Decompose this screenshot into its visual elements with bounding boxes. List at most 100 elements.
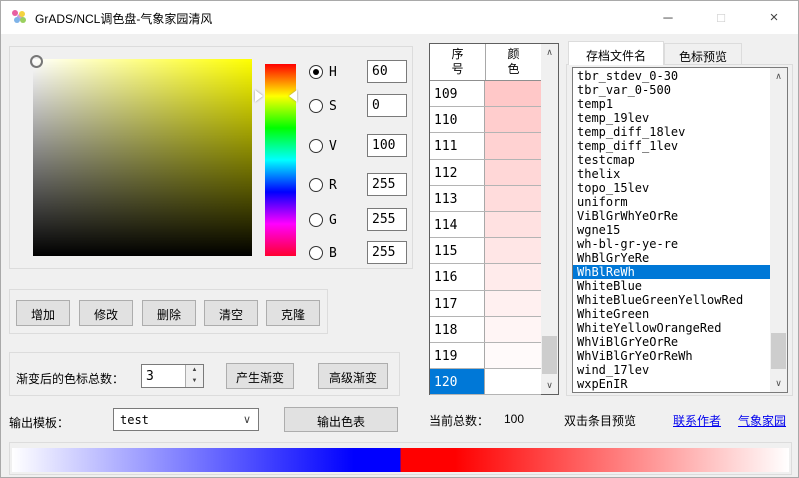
gradient-count-value[interactable]: 3 (146, 369, 154, 384)
scrollbar-thumb[interactable] (542, 336, 557, 374)
row-index[interactable]: 111 (430, 133, 485, 159)
list-item[interactable]: ViBlGrWhYeOrRe (573, 209, 770, 223)
spinner-down-icon[interactable]: ▼ (186, 376, 203, 387)
list-item[interactable]: WhBlGrYeRe (573, 251, 770, 265)
row-index[interactable]: 117 (430, 290, 485, 316)
table-row[interactable]: 114 (430, 211, 541, 239)
tab-colormap-preview[interactable]: 色标预览 (664, 43, 742, 65)
modify-button[interactable]: 修改 (79, 300, 133, 326)
radio-v[interactable] (309, 139, 323, 153)
generate-gradient-button[interactable]: 产生渐变 (226, 363, 294, 389)
radio-h[interactable] (309, 65, 323, 79)
row-color-swatch[interactable] (485, 316, 541, 342)
scroll-up-icon[interactable]: ∧ (770, 68, 787, 85)
list-item[interactable]: thelix (573, 167, 770, 181)
list-item[interactable]: WhiteBlueGreenYellowRed (573, 293, 770, 307)
clone-button[interactable]: 克隆 (266, 300, 320, 326)
add-button[interactable]: 增加 (16, 300, 70, 326)
table-row[interactable]: 115 (430, 238, 541, 265)
table-row[interactable]: 110 (430, 107, 541, 134)
row-index[interactable]: 113 (430, 185, 485, 211)
table-row[interactable]: 113 (430, 185, 541, 212)
advanced-gradient-button[interactable]: 高级渐变 (318, 363, 388, 389)
delete-button[interactable]: 删除 (142, 300, 196, 326)
row-color-swatch[interactable] (485, 133, 541, 159)
row-index[interactable]: 120 (430, 369, 485, 395)
list-item[interactable]: temp_diff_18lev (573, 125, 770, 139)
row-color-swatch[interactable] (485, 107, 541, 133)
row-color-swatch[interactable] (485, 159, 541, 185)
template-dropdown[interactable]: test ∨ (113, 408, 259, 431)
row-color-swatch[interactable] (485, 238, 541, 264)
list-item[interactable]: WhiteGreen (573, 307, 770, 321)
list-item[interactable]: WhiteYellowOrangeRed (573, 321, 770, 335)
tab-archive-filenames[interactable]: 存档文件名 (568, 41, 664, 65)
contact-author-link[interactable]: 联系作者 (673, 412, 721, 429)
table-row[interactable]: 120 (430, 369, 541, 396)
list-item[interactable]: uniform (573, 195, 770, 209)
row-color-swatch[interactable] (485, 81, 541, 107)
value-s-field[interactable]: 0 (367, 94, 407, 117)
list-scrollbar[interactable]: ∧ ∨ (770, 68, 787, 392)
value-g-field[interactable]: 255 (367, 208, 407, 231)
row-color-swatch[interactable] (485, 369, 541, 395)
list-item[interactable]: WhBlReWh (573, 265, 770, 279)
list-item[interactable]: topo_15lev (573, 181, 770, 195)
list-item[interactable]: temp_diff_1lev (573, 139, 770, 153)
channel-label-g: G (329, 213, 337, 228)
list-item[interactable]: wh-bl-gr-ye-re (573, 237, 770, 251)
scroll-down-icon[interactable]: ∨ (541, 377, 558, 394)
scrollbar-thumb[interactable] (771, 333, 786, 369)
row-color-swatch[interactable] (485, 290, 541, 316)
value-r-field[interactable]: 255 (367, 173, 407, 196)
row-color-swatch[interactable] (485, 185, 541, 211)
list-item[interactable]: WhiteBlue (573, 279, 770, 293)
row-color-swatch[interactable] (485, 264, 541, 290)
gradient-count-spinner[interactable]: 3 ▲ ▼ (141, 364, 204, 388)
row-index[interactable]: 116 (430, 264, 485, 290)
list-item[interactable]: tbr_var_0-500 (573, 83, 770, 97)
list-item[interactable]: wind_17lev (573, 363, 770, 377)
table-row[interactable]: 111 (430, 133, 541, 160)
table-row[interactable]: 112 (430, 159, 541, 186)
row-color-swatch[interactable] (485, 342, 541, 369)
radio-g[interactable] (309, 213, 323, 227)
archive-file-list: tbr_stdev_0-30 tbr_var_0-500 temp1 temp_19l… (573, 69, 770, 391)
row-index[interactable]: 119 (430, 342, 485, 369)
list-item[interactable]: temp1 (573, 97, 770, 111)
total-count-label: 当前总数： (429, 414, 490, 428)
scroll-up-icon[interactable]: ∧ (541, 44, 558, 61)
list-item[interactable]: temp_19lev (573, 111, 770, 125)
list-item[interactable]: testcmap (573, 153, 770, 167)
radio-s[interactable] (309, 99, 323, 113)
channel-label-h: H (329, 65, 337, 80)
export-color-table-button[interactable]: 输出色表 (284, 407, 398, 432)
radio-r[interactable] (309, 178, 323, 192)
table-row[interactable]: 118 (430, 316, 541, 343)
table-scrollbar[interactable]: ∧ ∨ (541, 44, 558, 394)
meteo-home-link[interactable]: 气象家园 (738, 412, 786, 429)
row-index[interactable]: 115 (430, 238, 485, 264)
row-index[interactable]: 112 (430, 159, 485, 185)
list-item[interactable]: tbr_stdev_0-30 (573, 69, 770, 83)
row-index[interactable]: 109 (430, 81, 485, 107)
value-b-field[interactable]: 255 (367, 241, 407, 264)
row-index[interactable]: 118 (430, 316, 485, 342)
list-item[interactable]: wgne15 (573, 223, 770, 237)
list-item[interactable]: wxpEnIR (573, 377, 770, 391)
clear-button[interactable]: 清空 (204, 300, 258, 326)
row-color-swatch[interactable] (485, 211, 541, 238)
scroll-down-icon[interactable]: ∨ (770, 375, 787, 392)
list-item[interactable]: WhViBlGrYeOrRe (573, 335, 770, 349)
value-v-field[interactable]: 100 (367, 134, 407, 157)
table-row[interactable]: 109 (430, 81, 541, 108)
list-item[interactable]: WhViBlGrYeOrReWh (573, 349, 770, 363)
color-table-header: 序号 颜色 (430, 44, 541, 81)
table-row[interactable]: 119 (430, 342, 541, 370)
table-row[interactable]: 116 (430, 264, 541, 291)
row-index[interactable]: 110 (430, 107, 485, 133)
radio-b[interactable] (309, 246, 323, 260)
value-h-field[interactable]: 60 (367, 60, 407, 83)
table-row[interactable]: 117 (430, 290, 541, 317)
row-index[interactable]: 114 (430, 211, 485, 238)
